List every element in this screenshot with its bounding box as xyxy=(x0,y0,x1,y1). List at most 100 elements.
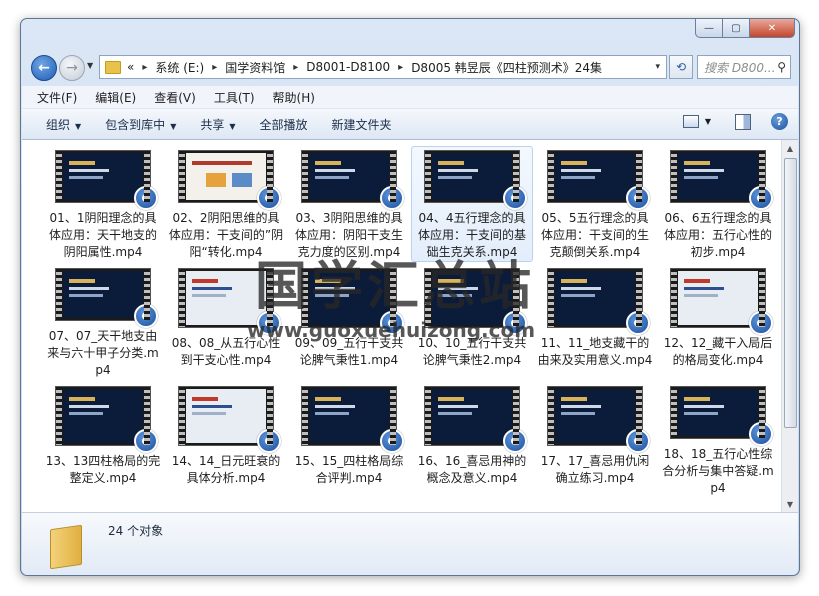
preview-pane-icon[interactable] xyxy=(735,113,751,130)
file-name: 01、1阴阳理念的具体应用：天干地支的阴阳属性.mp4 xyxy=(48,211,157,259)
address-dropdown[interactable]: ▾ xyxy=(655,62,660,72)
file-grid: 01、1阴阳理念的具体应用：天干地支的阴阳属性.mp4 02、2阴阳思维的具体应用… xyxy=(42,146,782,498)
thumbnail-content xyxy=(561,161,587,165)
forward-button[interactable]: → xyxy=(59,55,85,81)
minimize-button[interactable]: — xyxy=(695,19,723,38)
file-item[interactable]: 16、16_喜忌用神的概念及意义.mp4 xyxy=(411,382,533,498)
media-player-icon xyxy=(380,429,404,453)
new-folder-button[interactable]: 新建文件夹 xyxy=(332,116,392,133)
thumbnail-content xyxy=(315,287,355,290)
file-item[interactable]: 14、14_日元旺衰的具体分析.mp4 xyxy=(165,382,287,498)
thumbnail-content xyxy=(561,176,595,179)
file-name: 15、15_四柱格局综合评判.mp4 xyxy=(294,454,404,485)
breadcrumb-current[interactable]: D8005 韩昱辰《四柱预测术》24集 xyxy=(411,59,602,76)
crumb-separator[interactable]: ▸ xyxy=(293,62,298,73)
share-button[interactable]: 共享 ▼ xyxy=(200,116,235,133)
thumbnail-content xyxy=(315,412,349,415)
video-thumbnail xyxy=(424,386,527,453)
file-item[interactable]: 09、09_五行干支共论脾气秉性1.mp4 xyxy=(288,264,410,380)
menu-edit[interactable]: 编辑(E) xyxy=(95,89,136,106)
chevron-down-icon: ▼ xyxy=(170,121,177,131)
refresh-button[interactable]: ⟲ xyxy=(669,55,693,79)
file-item[interactable]: 03、3阴阳思维的具体应用：阴阳干支生克力度的区别.mp4 xyxy=(288,146,410,262)
view-dropdown[interactable]: ▼ xyxy=(705,117,711,126)
media-player-icon xyxy=(749,422,773,446)
file-item[interactable]: 17、17_喜忌用仇闲确立练习.mp4 xyxy=(534,382,656,498)
thumbnail-frame xyxy=(678,271,758,325)
thumbnail-content xyxy=(561,279,587,283)
thumbnail-content xyxy=(69,161,95,165)
thumbnail-content xyxy=(684,412,718,415)
organize-button[interactable]: 组织 ▼ xyxy=(46,116,81,133)
file-item[interactable]: 18、18_五行心性综合分析与集中答疑.mp4 xyxy=(657,382,779,498)
folder-icon xyxy=(50,524,82,570)
thumbnail-content xyxy=(315,279,341,283)
breadcrumb-drive[interactable]: 系统 (E:) xyxy=(155,59,204,76)
thumbnail-content xyxy=(684,279,710,283)
close-button[interactable]: ✕ xyxy=(749,19,795,38)
breadcrumb-library[interactable]: 国学资料馆 xyxy=(225,59,285,76)
play-all-button[interactable]: 全部播放 xyxy=(260,116,308,133)
include-in-library-button[interactable]: 包含到库中 ▼ xyxy=(105,116,176,133)
file-item[interactable]: 07、07_天干地支由来与六十甲子分类.mp4 xyxy=(42,264,164,380)
file-item[interactable]: 08、08_从五行心性到干支心性.mp4 xyxy=(165,264,287,380)
file-name: 05、5五行理念的具体应用：干支间的生克颠倒关系.mp4 xyxy=(540,211,649,259)
help-icon[interactable]: ? xyxy=(771,113,788,130)
search-input[interactable]: 搜索 D800... ⚲ xyxy=(697,55,791,79)
change-view-icon[interactable] xyxy=(682,115,699,128)
organize-label: 组织 xyxy=(46,117,71,132)
thumbnail-content xyxy=(684,397,710,401)
thumbnail-content xyxy=(438,294,472,297)
crumb-separator[interactable]: ▸ xyxy=(398,62,403,73)
caption-buttons: — ▢ ✕ xyxy=(695,19,795,38)
file-item[interactable]: 15、15_四柱格局综合评判.mp4 xyxy=(288,382,410,498)
file-name: 03、3阴阳思维的具体应用：阴阳干支生克力度的区别.mp4 xyxy=(294,211,403,259)
thumbnail-content xyxy=(438,279,464,283)
video-thumbnail xyxy=(178,386,281,453)
thumbnail-content xyxy=(561,294,595,297)
thumbnail-frame xyxy=(186,271,266,325)
file-item[interactable]: 12、12_藏干入局后的格局变化.mp4 xyxy=(657,264,779,380)
thumbnail-content xyxy=(315,294,349,297)
crumb-separator[interactable]: ▸ xyxy=(212,62,217,73)
vertical-scrollbar[interactable]: ▲ ▼ xyxy=(781,140,798,512)
scroll-down-button[interactable]: ▼ xyxy=(782,496,798,512)
file-item[interactable]: 04、4五行理念的具体应用：干支间的基础生克关系.mp4 xyxy=(411,146,533,262)
crumb-separator[interactable]: ▸ xyxy=(142,62,147,73)
menu-file[interactable]: 文件(F) xyxy=(37,89,77,106)
thumbnail-content xyxy=(192,412,226,415)
menu-help[interactable]: 帮助(H) xyxy=(273,89,315,106)
scroll-thumb[interactable] xyxy=(784,158,797,428)
thumbnail-content xyxy=(684,405,724,408)
video-thumbnail xyxy=(178,150,281,210)
maximize-button[interactable]: ▢ xyxy=(722,19,750,38)
file-name: 02、2阴阳思维的具体应用：干支间的”阴阳“转化.mp4 xyxy=(168,211,284,259)
search-icon[interactable]: ⚲ xyxy=(777,60,786,74)
menu-view[interactable]: 查看(V) xyxy=(154,89,196,106)
file-item[interactable]: 01、1阴阳理念的具体应用：天干地支的阴阳属性.mp4 xyxy=(42,146,164,262)
menu-bar: 文件(F) 编辑(E) 查看(V) 工具(T) 帮助(H) xyxy=(22,86,798,109)
forward-arrow-icon: → xyxy=(66,60,78,76)
address-overflow[interactable]: « xyxy=(127,60,134,74)
file-item[interactable]: 02、2阴阳思维的具体应用：干支间的”阴阳“转化.mp4 xyxy=(165,146,287,262)
file-item[interactable]: 05、5五行理念的具体应用：干支间的生克颠倒关系.mp4 xyxy=(534,146,656,262)
thumbnail-content xyxy=(438,412,472,415)
recent-pages-dropdown[interactable]: ▼ xyxy=(87,61,93,70)
video-thumbnail xyxy=(670,150,773,210)
address-bar[interactable]: « ▸ 系统 (E:) ▸ 国学资料馆 ▸ D8001-D8100 ▸ D800… xyxy=(99,55,667,79)
file-item[interactable]: 13、13四柱格局的完整定义.mp4 xyxy=(42,382,164,498)
thumbnail-content xyxy=(69,287,109,290)
breadcrumb-range[interactable]: D8001-D8100 xyxy=(306,60,390,74)
thumbnail-content xyxy=(684,176,718,179)
explorer-window: — ▢ ✕ ← → ▼ « ▸ 系统 (E:) ▸ 国学资料馆 ▸ D8001-… xyxy=(20,18,800,576)
file-name: 04、4五行理念的具体应用：干支间的基础生克关系.mp4 xyxy=(417,211,526,259)
menu-tools[interactable]: 工具(T) xyxy=(214,89,255,106)
file-name: 18、18_五行心性综合分析与集中答疑.mp4 xyxy=(662,447,774,495)
file-item[interactable]: 06、6五行理念的具体应用：五行心性的初步.mp4 xyxy=(657,146,779,262)
scroll-up-button[interactable]: ▲ xyxy=(782,140,798,156)
file-item[interactable]: 11、11_地支藏干的由来及实用意义.mp4 xyxy=(534,264,656,380)
thumbnail-frame xyxy=(432,271,512,325)
back-button[interactable]: ← xyxy=(31,55,57,81)
thumbnail-frame xyxy=(186,153,266,200)
file-item[interactable]: 10、10_五行干支共论脾气秉性2.mp4 xyxy=(411,264,533,380)
